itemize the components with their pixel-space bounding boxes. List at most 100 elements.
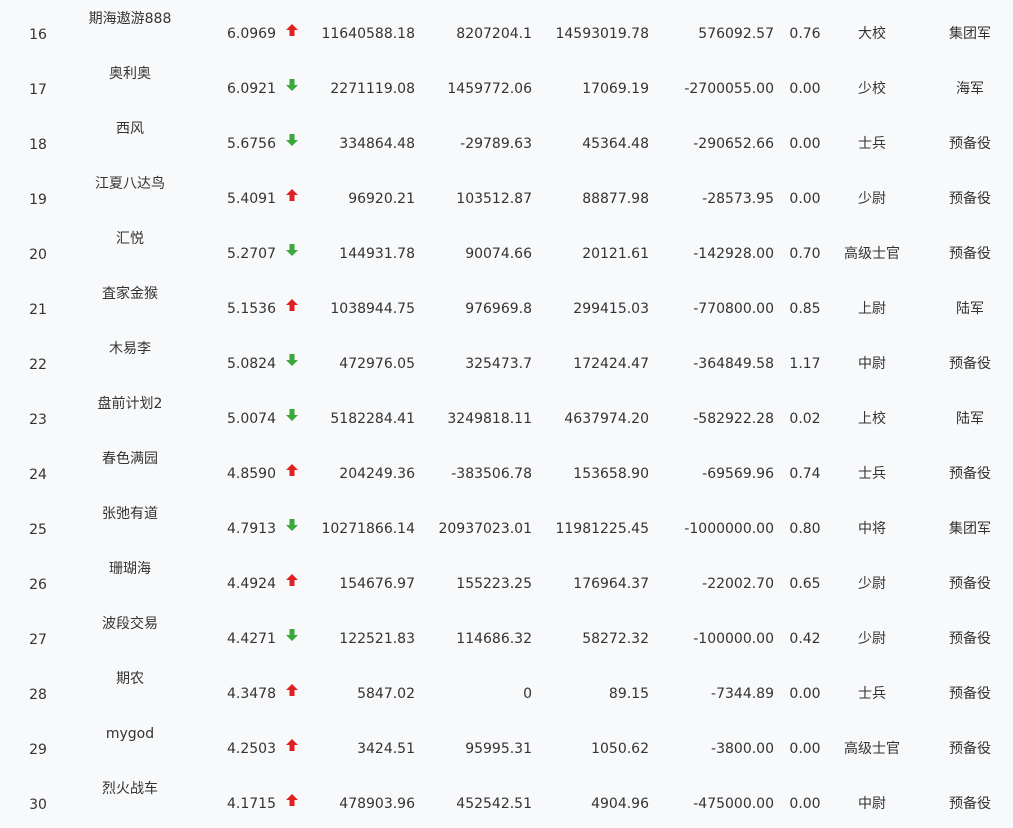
value4-cell: 576092.57 (698, 26, 774, 42)
name-cell[interactable]: 波段交易 (60, 615, 200, 633)
table-row: 25 张弛有道 4.7913 10271866.14 20937023.01 119812… (0, 498, 1013, 553)
score-cell: 5.4091 (227, 191, 276, 207)
value1-cell: 2271119.08 (330, 81, 415, 97)
trend-down-icon (282, 133, 302, 152)
value3-cell: 89.15 (608, 686, 649, 702)
value4-cell: -2700055.00 (684, 81, 774, 97)
rank-cell: 18 (29, 137, 47, 153)
ratio-cell: 0.02 (789, 411, 821, 427)
value1-cell: 122521.83 (339, 631, 415, 647)
rank-cell: 24 (29, 467, 47, 483)
value2-cell: 155223.25 (456, 576, 532, 592)
trend-down-icon (282, 353, 302, 372)
table-row: 27 波段交易 4.4271 122521.83 114686.32 58272.32 -1… (0, 608, 1013, 663)
value1-cell: 154676.97 (339, 576, 415, 592)
score-cell: 4.3478 (227, 686, 276, 702)
title-cell: 士兵 (858, 686, 886, 702)
score-cell: 5.6756 (227, 136, 276, 152)
name-cell[interactable]: 盘前计划2 (60, 395, 200, 413)
title-cell: 高级士官 (844, 246, 900, 262)
table-row: 24 春色满园 4.8590 204249.36 -383506.78 153658.90… (0, 443, 1013, 498)
score-cell: 4.1715 (227, 796, 276, 812)
ratio-cell: 0.00 (789, 191, 821, 207)
value3-cell: 11981225.45 (555, 521, 649, 537)
table-row: 20 汇悦 5.2707 144931.78 90074.66 20121.61 -1429… (0, 223, 1013, 278)
value2-cell: 103512.87 (456, 191, 532, 207)
value4-cell: -28573.95 (702, 191, 774, 207)
name-cell[interactable]: 西风 (60, 120, 200, 138)
name-cell[interactable]: 期农 (60, 670, 200, 688)
trend-down-icon (282, 518, 302, 537)
rank-cell: 27 (29, 632, 47, 648)
value1-cell: 5847.02 (357, 686, 415, 702)
value2-cell: 0 (523, 686, 532, 702)
value2-cell: 3249818.11 (447, 411, 532, 427)
ratio-cell: 0.00 (789, 136, 821, 152)
score-cell: 4.8590 (227, 466, 276, 482)
score-cell: 6.0921 (227, 81, 276, 97)
value2-cell: 114686.32 (456, 631, 532, 647)
name-cell[interactable]: 期海遨游888 (60, 10, 200, 28)
value4-cell: -22002.70 (702, 576, 774, 592)
value2-cell: -383506.78 (451, 466, 532, 482)
title-cell: 中尉 (858, 356, 886, 372)
value3-cell: 4637974.20 (564, 411, 649, 427)
title-cell: 上尉 (858, 301, 886, 317)
name-cell[interactable]: mygod (60, 725, 200, 743)
table-row: 19 江夏八达鸟 5.4091 96920.21 103512.87 88877.98 -2… (0, 168, 1013, 223)
score-cell: 6.0969 (227, 26, 276, 42)
rank-cell: 19 (29, 192, 47, 208)
value3-cell: 172424.47 (573, 356, 649, 372)
trend-down-icon (282, 78, 302, 97)
trend-up-icon (282, 738, 302, 757)
value2-cell: 8207204.1 (456, 26, 532, 42)
trend-up-icon (282, 573, 302, 592)
name-cell[interactable]: 珊瑚海 (60, 560, 200, 578)
name-cell[interactable]: 春色满园 (60, 450, 200, 468)
ratio-cell: 0.42 (789, 631, 821, 647)
name-cell[interactable]: 奥利奥 (60, 65, 200, 83)
ratio-cell: 0.80 (789, 521, 821, 537)
trend-up-icon (282, 298, 302, 317)
value4-cell: -100000.00 (693, 631, 774, 647)
name-cell[interactable]: 木易李 (60, 340, 200, 358)
title-cell: 少校 (858, 81, 886, 97)
value1-cell: 1038944.75 (330, 301, 415, 317)
value2-cell: 95995.31 (465, 741, 532, 757)
rank2-cell: 预备役 (949, 796, 991, 812)
value4-cell: -1000000.00 (684, 521, 774, 537)
value1-cell: 11640588.18 (321, 26, 415, 42)
rank2-cell: 集团军 (949, 521, 991, 537)
table-row: 30 烈火战车 4.1715 478903.96 452542.51 4904.96 -47… (0, 773, 1013, 828)
ratio-cell: 1.17 (789, 356, 821, 372)
table-row: 21 査家金猴 5.1536 1038944.75 976969.8 299415.03 -… (0, 278, 1013, 333)
value2-cell: -29789.63 (460, 136, 532, 152)
score-cell: 5.0824 (227, 356, 276, 372)
value3-cell: 299415.03 (573, 301, 649, 317)
value2-cell: 976969.8 (465, 301, 532, 317)
name-cell[interactable]: 烈火战车 (60, 780, 200, 798)
value4-cell: -69569.96 (702, 466, 774, 482)
name-cell[interactable]: 江夏八达鸟 (60, 175, 200, 193)
ratio-cell: 0.76 (789, 26, 821, 42)
table-row: 18 西风 5.6756 334864.48 -29789.63 45364.48 -290… (0, 113, 1013, 168)
name-cell[interactable]: 汇悦 (60, 230, 200, 248)
value1-cell: 96920.21 (348, 191, 415, 207)
trend-up-icon (282, 683, 302, 702)
value2-cell: 325473.7 (465, 356, 532, 372)
ratio-cell: 0.70 (789, 246, 821, 262)
value3-cell: 58272.32 (582, 631, 649, 647)
rank2-cell: 集团军 (949, 26, 991, 42)
title-cell: 少尉 (858, 191, 886, 207)
rank2-cell: 预备役 (949, 356, 991, 372)
value1-cell: 10271866.14 (321, 521, 415, 537)
score-cell: 4.2503 (227, 741, 276, 757)
trend-down-icon (282, 628, 302, 647)
score-cell: 4.4271 (227, 631, 276, 647)
ratio-cell: 0.74 (789, 466, 821, 482)
trend-up-icon (282, 23, 302, 42)
name-cell[interactable]: 査家金猴 (60, 285, 200, 303)
title-cell: 高级士官 (844, 741, 900, 757)
rank-cell: 25 (29, 522, 47, 538)
name-cell[interactable]: 张弛有道 (60, 505, 200, 523)
